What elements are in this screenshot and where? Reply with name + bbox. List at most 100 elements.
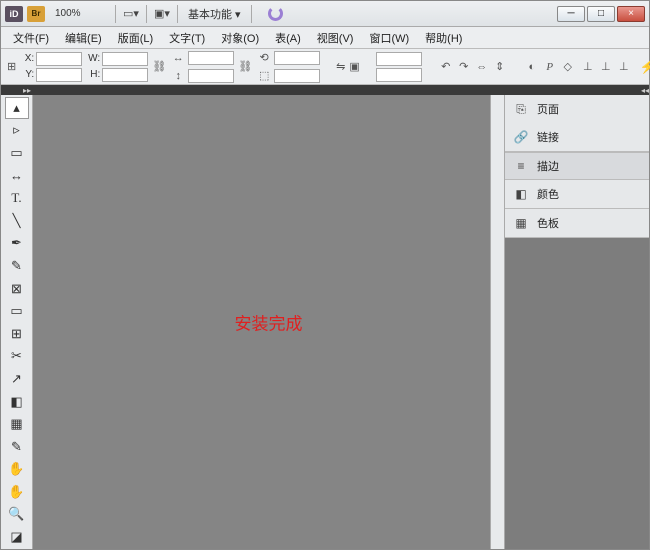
menu-object[interactable]: 对象(O) [213,28,267,48]
flip-vertical-icon[interactable]: ⇕ [492,59,508,75]
align-icon-3[interactable]: ⊥ [616,59,632,75]
view-options-icon[interactable]: ▭▾ [122,5,140,23]
gradient-feather-tool[interactable]: ▦ [5,413,29,435]
quick-apply-icon[interactable]: ⚡ [640,58,650,76]
minimize-button[interactable]: ─ [557,6,585,22]
shear-icon: ⬚ [256,68,272,84]
gradient-swatch-tool[interactable]: ◧ [5,391,29,413]
align-icon-1[interactable]: ⊥ [580,59,596,75]
panel-pages[interactable]: ⎘ 页面 [505,95,649,123]
hand-tool[interactable]: ✋ [5,481,29,503]
panel-label: 颜色 [537,186,559,202]
panel-label: 色板 [537,215,559,231]
stroke-style-field[interactable] [376,68,422,82]
x-label: X: [20,53,34,64]
w-field[interactable] [102,52,148,66]
effects-icon[interactable]: ◐ [524,59,540,75]
rectangle-tool[interactable]: ▭ [5,300,29,322]
menu-edit[interactable]: 编辑(E) [57,28,110,48]
app-logo-icon: iD [5,6,23,22]
stroke-icon: ≡ [513,159,529,173]
fill-stroke-swap[interactable]: ◪ [5,526,29,548]
direct-selection-tool[interactable]: ▹ [5,120,29,142]
screen-mode-icon[interactable]: ▣▾ [153,5,171,23]
scale-x-icon: ↔ [170,50,186,66]
constrain-scale-icon[interactable]: ⛓ [238,59,252,75]
shear-field[interactable] [274,69,320,83]
menu-layout[interactable]: 版面(L) [110,28,161,48]
free-transform-tool[interactable]: ↗ [5,368,29,390]
workspace-switcher[interactable]: 基本功能 ▾ [188,6,241,22]
collapse-left-icon[interactable]: ▸▸ [21,86,33,95]
align-icon-2[interactable]: ⊥ [598,59,614,75]
canvas-message: 安装完成 [235,310,303,335]
title-bar: iD Br 100% ▭▾ ▣▾ 基本功能 ▾ ─ □ × [1,1,649,27]
maximize-button[interactable]: □ [587,6,615,22]
busy-spinner-icon [268,6,283,21]
text-wrap-icon[interactable]: P [542,59,558,75]
y-field[interactable] [36,68,82,82]
panel-label: 描边 [537,158,559,174]
panel-swatches[interactable]: ▦ 色板 [505,209,649,237]
line-tool[interactable]: ╲ [5,210,29,232]
rotate-90-cw-icon[interactable]: ↷ [456,59,472,75]
links-icon: 🔗 [513,130,529,144]
collapse-right-icon[interactable]: ◂◂ [639,86,650,95]
pen-tool[interactable]: ✒ [5,233,29,255]
h-field[interactable] [102,68,148,82]
separator [251,5,252,23]
zoom-tool[interactable]: 🔍 [5,504,29,526]
control-bar: ⊞ X: Y: W: H: ⛓ ↔ ↕ ⛓ ⟲ ⬚ ⇋ ▣ ↶ ↷ [1,49,649,85]
close-button[interactable]: × [617,6,645,22]
reference-point-icon[interactable]: ⊞ [7,59,16,75]
corner-options-icon[interactable]: ◇ [560,59,576,75]
panel-label: 链接 [537,129,559,145]
separator [115,5,116,23]
scale-y-icon: ↕ [170,68,186,84]
menu-file[interactable]: 文件(F) [5,28,57,48]
eyedropper-tool[interactable]: ✋ [5,459,29,481]
swatches-icon: ▦ [513,216,529,230]
separator [146,5,147,23]
bridge-icon[interactable]: Br [27,6,45,22]
rotate-90-ccw-icon[interactable]: ↶ [438,59,454,75]
stroke-field[interactable] [376,52,422,66]
separator [177,5,178,23]
menu-help[interactable]: 帮助(H) [417,28,470,48]
gap-tool[interactable]: ↔ [5,165,29,187]
scissors-tool[interactable]: ✂ [5,346,29,368]
panel-stroke[interactable]: ≡ 描边 [505,152,649,180]
menu-table[interactable]: 表(A) [267,28,309,48]
panel-label: 页面 [537,101,559,117]
menu-window[interactable]: 窗口(W) [361,28,417,48]
x-field[interactable] [36,52,82,66]
toolbox: ▴ ▹ ▭ ↔ T. ╲ ✒ ✎ ⊠ ▭ ⊞ ✂ ↗ ◧ ▦ ✎ ✋ ✋ 🔍 ◪ [1,95,33,549]
menu-type[interactable]: 文字(T) [161,28,213,48]
menu-view[interactable]: 视图(V) [309,28,362,48]
pages-icon: ⎘ [513,102,529,116]
panel-links[interactable]: 🔗 链接 [505,123,649,151]
vertical-scrollbar[interactable] [490,95,504,549]
page-tool[interactable]: ▭ [5,142,29,164]
right-panel-dock: ⎘ 页面 🔗 链接 ≡ 描边 ◧ 颜色 [504,95,649,549]
rotate-field[interactable] [274,51,320,65]
panel-dock-strip: ▸▸ ◂◂ [1,85,649,95]
constrain-icon[interactable]: ⛓ [152,59,166,75]
rectangle-frame-tool[interactable]: ⊠ [5,278,29,300]
scale-x-field[interactable] [188,51,234,65]
scale-y-field[interactable] [188,69,234,83]
flip-horizontal-icon[interactable]: ⇔ [474,59,490,75]
type-tool[interactable]: T. [5,187,29,209]
w-label: W: [86,53,100,64]
select-container-icon[interactable]: ▣ [349,59,359,75]
selection-tool[interactable]: ▴ [5,97,29,119]
flip-h-icon[interactable]: ⇋ [336,59,345,75]
table-tool[interactable]: ⊞ [5,323,29,345]
pencil-tool[interactable]: ✎ [5,255,29,277]
note-tool[interactable]: ✎ [5,436,29,458]
document-canvas[interactable]: 安装完成 [33,95,504,549]
zoom-level[interactable]: 100% [55,8,103,19]
panel-color[interactable]: ◧ 颜色 [505,180,649,208]
color-icon: ◧ [513,187,529,201]
rotate-icon: ⟲ [256,50,272,66]
